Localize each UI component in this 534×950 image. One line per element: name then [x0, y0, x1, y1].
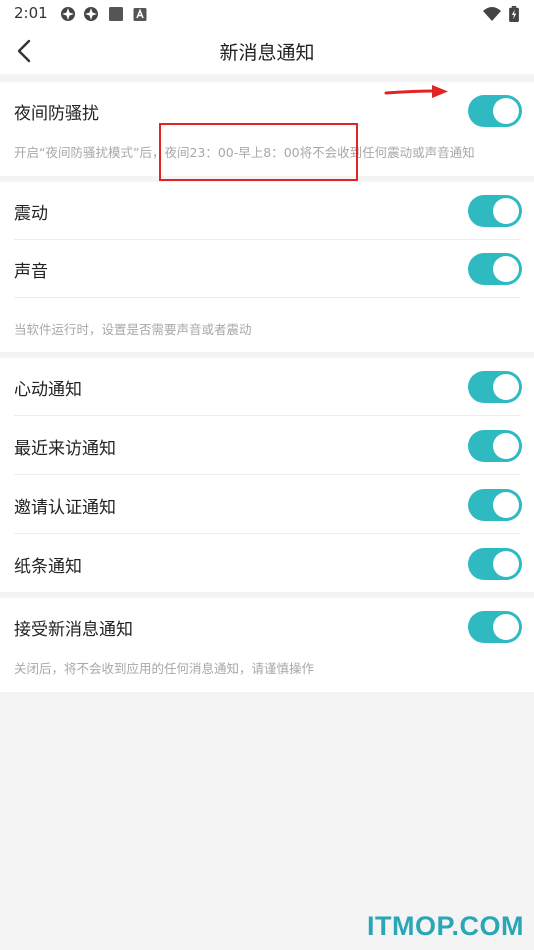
notification-label: 心动通知 — [14, 380, 82, 400]
square-app-icon — [109, 7, 123, 21]
alerts-section: 震动 声音 当软件运行时，设置是否需要声音或者震动 — [0, 182, 534, 352]
watermark-logo: ITMOP.COM — [366, 911, 524, 941]
notifications-section: 心动通知 最近来访通知 邀请认证通知 纸条通知 — [0, 358, 534, 592]
toggle-knob — [493, 492, 519, 518]
notification-label: 纸条通知 — [14, 557, 82, 577]
signal-app-icon — [84, 7, 98, 21]
list-item: 最近来访通知 — [0, 417, 534, 475]
night-mode-label: 夜间防骚扰 — [14, 104, 99, 124]
night-mode-toggle[interactable] — [468, 95, 522, 127]
list-item: 心动通知 — [0, 358, 534, 416]
wifi-icon — [483, 7, 501, 21]
list-item: 纸条通知 — [0, 535, 534, 593]
arrow-right-icon — [384, 85, 448, 98]
toggle-knob — [493, 374, 519, 400]
vibrate-label: 震动 — [14, 204, 48, 224]
sound-row: 声音 — [0, 240, 534, 298]
receive-label: 接受新消息通知 — [14, 620, 133, 640]
page-title: 新消息通知 — [219, 42, 315, 64]
notification-label: 最近来访通知 — [14, 439, 116, 459]
app-header: 新消息通知 — [0, 28, 534, 74]
list-item: 邀请认证通知 — [0, 476, 534, 534]
signal-app-icon — [61, 7, 75, 21]
receive-section: 接受新消息通知 关闭后，将不会收到应用的任何消息通知，请谨慎操作 — [0, 598, 534, 692]
alerts-hint: 当软件运行时，设置是否需要声音或者震动 — [14, 322, 252, 337]
a-app-icon — [133, 8, 147, 21]
toggle-knob — [493, 256, 519, 282]
notification-label: 邀请认证通知 — [14, 498, 116, 518]
heartbeat-notification-toggle[interactable] — [468, 371, 522, 403]
toggle-knob — [493, 198, 519, 224]
vibrate-row: 震动 — [0, 182, 534, 240]
toggle-knob — [493, 433, 519, 459]
highlight-box — [159, 123, 358, 181]
toggle-knob — [493, 98, 519, 124]
status-bar: 2:01 — [0, 0, 534, 28]
invite-verify-notification-toggle[interactable] — [468, 489, 522, 521]
recent-visitor-notification-toggle[interactable] — [468, 430, 522, 462]
battery-icon — [509, 6, 519, 22]
sound-label: 声音 — [14, 262, 48, 282]
receive-row: 接受新消息通知 — [0, 598, 534, 656]
vibrate-toggle[interactable] — [468, 195, 522, 227]
sound-toggle[interactable] — [468, 253, 522, 285]
receive-hint: 关闭后，将不会收到应用的任何消息通知，请谨慎操作 — [14, 661, 315, 676]
toggle-knob — [493, 614, 519, 640]
screen: 2:01 新消息通知 夜间防骚扰 开启“夜间防骚扰模式”后，夜间23：00-早上… — [0, 0, 534, 950]
receive-notification-toggle[interactable] — [468, 611, 522, 643]
note-notification-toggle[interactable] — [468, 548, 522, 580]
toggle-knob — [493, 551, 519, 577]
status-time: 2:01 — [14, 4, 48, 22]
